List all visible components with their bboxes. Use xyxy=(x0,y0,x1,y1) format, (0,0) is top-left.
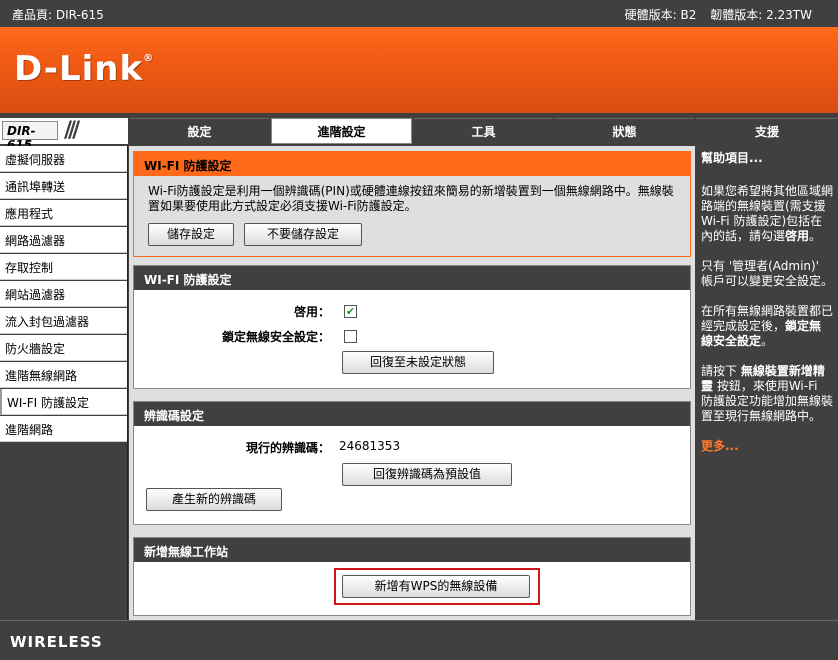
tab-status[interactable]: 狀態 xyxy=(555,118,694,144)
hardware-version: 硬體版本: B2 xyxy=(624,8,697,22)
sidebar-item-inbound-filter[interactable]: 流入封包過濾器 xyxy=(0,308,127,334)
tab-setup[interactable]: 設定 xyxy=(130,118,269,144)
wps-intro-section: WI-FI 防護設定 Wi-Fi防護設定是利用一個辨識碼(PIN)或硬體連線按鈕… xyxy=(133,151,691,257)
product-page-label: 產品頁: DIR-615 xyxy=(12,8,104,22)
help-paragraph: 如果您希望將其他區域網路端的無線裝置(需支援Wi-Fi 防護設定)包括在內的話，… xyxy=(701,184,834,243)
enable-label: 啓用： xyxy=(293,305,330,319)
lock-wireless-security-checkbox[interactable] xyxy=(344,330,357,343)
firmware-version: 韌體版本: 2.23TW xyxy=(710,8,812,22)
wps-settings-section: WI-FI 防護設定 啓用： ✔ 鎖定無線安全設定： 回復至未設定狀態 xyxy=(133,265,691,389)
slash-decoration: /// xyxy=(64,118,80,143)
section-title: 辨識碼設定 xyxy=(134,402,690,426)
wps-description: Wi-Fi防護設定是利用一個辨識碼(PIN)或硬體連線按鈕來簡易的新增裝置到一個… xyxy=(148,184,674,213)
sidebar-item-wifi-protected-setup[interactable]: WI-FI 防護設定 xyxy=(0,389,127,415)
sidebar-item-firewall-settings[interactable]: 防火牆設定 xyxy=(0,335,127,361)
current-pin-label: 現行的辨識碼： xyxy=(245,441,330,455)
dlink-logo: D-Link® xyxy=(14,49,155,89)
sidebar-item-advanced-network[interactable]: 進階網路 xyxy=(0,416,127,442)
main-nav-tabs: 設定 進階設定 工具 狀態 xyxy=(130,118,694,144)
wireless-brand: WIRELESS xyxy=(10,633,103,651)
tab-support[interactable]: 支援 xyxy=(696,118,838,144)
help-title: 幫助項目... xyxy=(701,151,763,165)
sidebar-item-virtual-server[interactable]: 虛擬伺服器 xyxy=(0,146,127,172)
enable-checkbox[interactable]: ✔ xyxy=(344,305,357,318)
section-title: 新增無線工作站 xyxy=(134,538,690,562)
dont-save-settings-button[interactable]: 不要儲存設定 xyxy=(244,223,362,246)
version-info: 硬體版本: B2 韌體版本: 2.23TW xyxy=(625,6,812,23)
current-pin-value: 24681353 xyxy=(339,439,401,453)
section-title: WI-FI 防護設定 xyxy=(134,266,690,290)
tab-tools[interactable]: 工具 xyxy=(414,118,553,144)
help-panel: 幫助項目... 如果您希望將其他區域網路端的無線裝置(需支援Wi-Fi 防護設定… xyxy=(696,146,838,620)
add-wireless-station-section: 新增無線工作站 新增有WPS的無線設備 xyxy=(133,537,691,616)
sidebar: 虛擬伺服器 通訊埠轉送 應用程式 網路過濾器 存取控制 網站過濾器 流入封包過濾… xyxy=(0,146,128,620)
sidebar-item-access-control[interactable]: 存取控制 xyxy=(0,254,127,280)
section-title: WI-FI 防護設定 xyxy=(134,152,690,176)
tab-advanced[interactable]: 進階設定 xyxy=(271,118,412,144)
sidebar-item-website-filter[interactable]: 網站過濾器 xyxy=(0,281,127,307)
help-paragraph: 請按下 無線裝置新增精靈 按鈕，來使用Wi-Fi 防護設定功能增加無線裝置至現行… xyxy=(701,364,834,423)
lock-wireless-security-label: 鎖定無線安全設定： xyxy=(221,330,330,344)
sidebar-item-network-filter[interactable]: 網路過濾器 xyxy=(0,227,127,253)
main-content: WI-FI 防護設定 Wi-Fi防護設定是利用一個辨識碼(PIN)或硬體連線按鈕… xyxy=(129,146,695,620)
sidebar-item-advanced-wireless[interactable]: 進階無線網路 xyxy=(0,362,127,388)
model-box: DIR-615 /// xyxy=(0,118,128,152)
sidebar-item-application-rules[interactable]: 應用程式 xyxy=(0,200,127,226)
generate-new-pin-button[interactable]: 產生新的辨識碼 xyxy=(146,488,282,511)
restore-default-pin-button[interactable]: 回復辨識碼為預設值 xyxy=(342,463,512,486)
more-help-link[interactable]: 更多... xyxy=(701,439,833,454)
top-info-bar: 產品頁: DIR-615 硬體版本: B2 韌體版本: 2.23TW xyxy=(0,0,838,26)
save-settings-button[interactable]: 儲存設定 xyxy=(148,223,234,246)
reset-to-unconfigured-button[interactable]: 回復至未設定狀態 xyxy=(342,351,494,374)
header-divider xyxy=(0,113,838,117)
footer: WIRELESS xyxy=(0,620,838,660)
add-wps-device-button[interactable]: 新增有WPS的無線設備 xyxy=(342,575,530,598)
sidebar-item-port-forwarding[interactable]: 通訊埠轉送 xyxy=(0,173,127,199)
model-name: DIR-615 xyxy=(2,121,58,152)
header-banner: D-Link® xyxy=(0,27,838,113)
pin-settings-section: 辨識碼設定 現行的辨識碼： 24681353 回復辨識碼為預設值 產生新的辨識碼 xyxy=(133,401,691,525)
help-paragraph: 在所有無線網路裝置都已經完成設定後，鎖定無線安全設定。 xyxy=(701,304,834,348)
help-paragraph: 只有 '管理者(Admin)' 帳戶可以變更安全設定。 xyxy=(701,259,834,288)
